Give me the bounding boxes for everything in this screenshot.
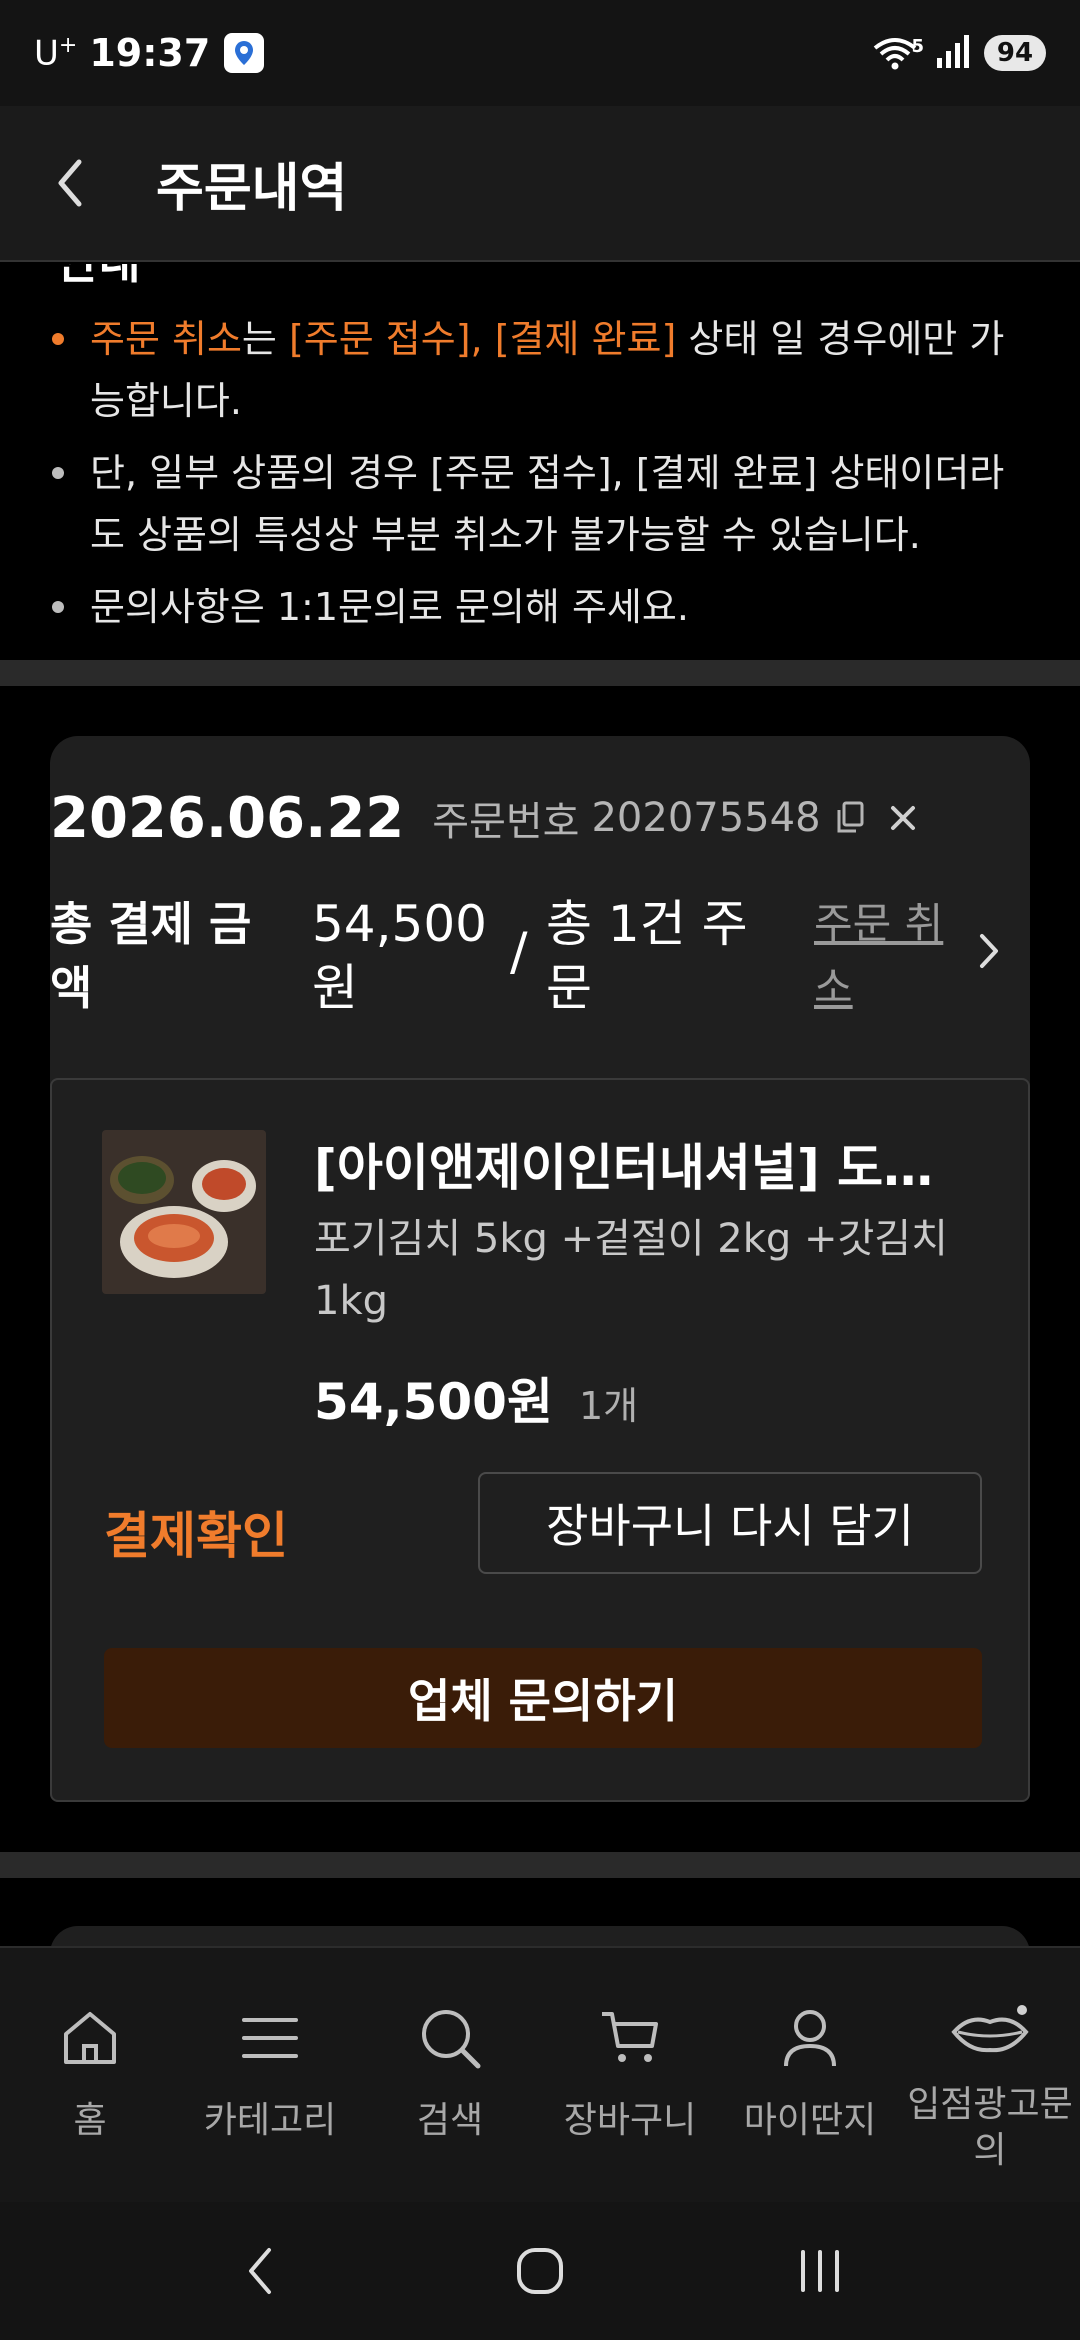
order-header: 2026.06.22 주문번호 202075548 <box>50 778 1030 858</box>
nav-cart[interactable]: 장바구니 <box>540 1948 720 2202</box>
summary-separator: / <box>510 922 528 982</box>
order-number-label: 주문번호 <box>432 799 580 845</box>
back-button[interactable] <box>0 105 140 261</box>
chevron-left-icon <box>58 159 82 207</box>
nav-label: 홈 <box>73 2100 107 2141</box>
payment-status: 결제확인 <box>104 1507 288 1565</box>
nav-label: 마이딴지 <box>743 2100 877 2141</box>
seller-inquiry-button[interactable]: 업체 문의하기 <box>104 1648 982 1748</box>
signal-icon <box>936 34 972 72</box>
system-home-button[interactable] <box>480 2221 600 2321</box>
total-label: 총 결제 금액 <box>50 897 252 1015</box>
home-icon <box>58 1998 122 2078</box>
total-count: 총 1건 주문 <box>546 895 748 1017</box>
bullet-icon <box>52 601 64 613</box>
page-title: 주문내역 <box>156 158 348 219</box>
app-header: 주문내역 <box>0 106 1080 262</box>
status-icons: 5 94 <box>873 34 1046 72</box>
wifi-band-label: 5 <box>911 36 924 57</box>
menu-icon <box>238 1998 302 2078</box>
bullet-icon <box>52 467 64 479</box>
cart-icon <box>598 1998 662 2078</box>
system-recents-button[interactable] <box>760 2221 880 2321</box>
wifi-icon: 5 <box>873 36 924 70</box>
nav-home[interactable]: 홈 <box>0 1948 180 2202</box>
nav-label: 장바구니 <box>563 2100 697 2141</box>
nav-label: 카테고리 <box>203 2100 337 2141</box>
order-card: 2026.06.22 주문번호 202075548 총 결제 금액 54,500… <box>50 736 1030 1802</box>
nav-category[interactable]: 카테고리 <box>180 1948 360 2202</box>
bottom-nav: 홈 카테고리 검색 장바구니 마이딴지 입점광고문의 <box>0 1946 1080 2202</box>
product-quantity: 1개 <box>578 1384 639 1428</box>
chevron-left-icon <box>249 2248 271 2294</box>
product-option: 포기김치 5kg +겉절이 2kg +갓김치 1kg <box>314 1216 948 1324</box>
nav-label: 검색 <box>416 2100 484 2141</box>
product-item: [아이앤제이인터내셔널] 도… 포기김치 5kg +겉절이 2kg +갓김치 1… <box>50 1078 1030 1802</box>
notice-item: 주문 취소는 [주문 접수], [결제 완료] 상태 일 경우에만 가능합니다. <box>52 308 1032 432</box>
product-name[interactable]: [아이앤제이인터내셔널] 도… <box>314 1128 994 1200</box>
battery-indicator: 94 <box>984 35 1046 71</box>
add-to-cart-again-button[interactable]: 장바구니 다시 담기 <box>478 1472 982 1574</box>
order-summary: 총 결제 금액 54,500원 / 총 1건 주문 주문 취소 <box>50 892 1030 1042</box>
system-nav-bar <box>0 2202 1080 2340</box>
section-divider <box>0 1852 1080 1878</box>
bullet-icon <box>52 333 64 345</box>
search-icon <box>418 1998 482 2078</box>
nav-my-page[interactable]: 마이딴지 <box>720 1948 900 2202</box>
screen: U+ 19:37 5 94 주문내역 주문 취소는 [주문 접수], [결제 완… <box>0 0 1080 2340</box>
map-pin-icon <box>224 33 265 73</box>
cancel-notice: 안내 주문 취소는 [주문 접수], [결제 완료] 상태 일 경우에만 가능합… <box>0 264 1080 660</box>
total-amount: 54,500원 <box>312 895 487 1017</box>
order-detail-button[interactable] <box>978 932 1000 974</box>
nav-search[interactable]: 검색 <box>360 1948 540 2202</box>
notice-item: 단, 일부 상품의 경우 [주문 접수], [결제 완료] 상태이더라도 상품의… <box>52 442 1032 566</box>
status-bar: U+ 19:37 5 94 <box>0 0 1080 106</box>
nav-ad-inquiry[interactable]: 입점광고문의 <box>900 1948 1080 2202</box>
carrier-label: U+ <box>34 32 78 74</box>
order-number: 202075548 <box>591 795 821 841</box>
notice-heading: 안내 <box>56 264 141 292</box>
cancel-order-link[interactable]: 주문 취소 <box>814 892 964 1020</box>
lips-icon <box>950 1992 1030 2072</box>
section-divider <box>0 660 1080 686</box>
close-icon[interactable] <box>889 804 917 832</box>
user-icon <box>778 1998 842 2078</box>
notice-item: 문의사항은 1:1문의로 문의해 주세요. <box>52 576 1032 638</box>
copy-icon[interactable] <box>835 801 865 835</box>
system-back-button[interactable] <box>200 2221 320 2321</box>
product-price: 54,500원 <box>314 1373 553 1431</box>
price-row: 54,500원 1개 <box>314 1362 638 1434</box>
nav-label: 입점광고문의 <box>907 2084 1073 2171</box>
order-date: 2026.06.22 <box>50 785 405 851</box>
product-thumbnail[interactable] <box>102 1130 266 1294</box>
recents-icon <box>801 2250 839 2292</box>
clock: 19:37 <box>89 31 211 75</box>
notice-list: 주문 취소는 [주문 접수], [결제 완료] 상태 일 경우에만 가능합니다.… <box>52 308 1032 648</box>
home-circle-icon <box>517 2248 563 2294</box>
chevron-right-icon <box>980 934 998 968</box>
